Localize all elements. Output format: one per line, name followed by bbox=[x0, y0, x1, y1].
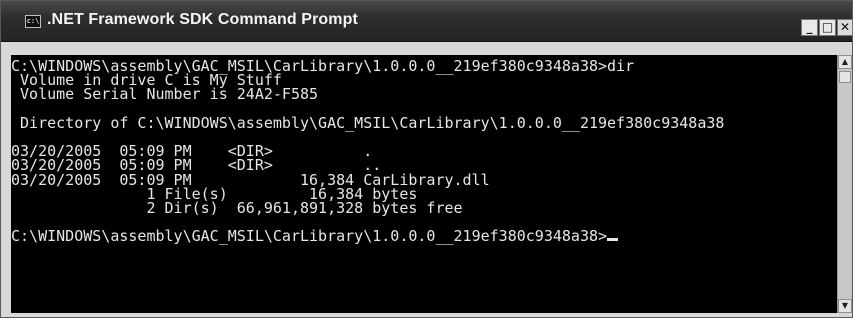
maximize-button[interactable]: □ bbox=[819, 19, 836, 36]
title-bar[interactable]: c:\ .NET Framework SDK Command Prompt _ … bbox=[1, 1, 853, 42]
console-line: Directory of C:\WINDOWS\assembly\GAC_MSI… bbox=[11, 113, 725, 132]
close-button[interactable]: ✕ bbox=[837, 19, 853, 36]
console-line: Volume Serial Number is 24A2-F585 bbox=[11, 85, 319, 104]
console-text: C:\WINDOWS\assembly\GAC_MSIL\CarLibrary\… bbox=[11, 55, 837, 244]
console-output-area[interactable]: C:\WINDOWS\assembly\GAC_MSIL\CarLibrary\… bbox=[11, 55, 837, 313]
window-title: .NET Framework SDK Command Prompt bbox=[47, 11, 358, 28]
vertical-scrollbar[interactable]: ▲ ▼ bbox=[837, 55, 852, 313]
console-prompt: C:\WINDOWS\assembly\GAC_MSIL\CarLibrary\… bbox=[11, 227, 608, 246]
scrollbar-thumb[interactable] bbox=[839, 71, 851, 83]
minimize-button[interactable]: _ bbox=[801, 19, 818, 36]
command-prompt-window: c:\ .NET Framework SDK Command Prompt _ … bbox=[0, 0, 853, 318]
scroll-down-arrow-icon[interactable]: ▼ bbox=[838, 299, 852, 313]
console-app-icon[interactable]: c:\ bbox=[25, 15, 41, 28]
console-line: 2 Dir(s) 66,961,891,328 bytes free bbox=[11, 199, 463, 218]
scroll-up-arrow-icon[interactable]: ▲ bbox=[838, 55, 852, 69]
text-cursor bbox=[607, 238, 619, 242]
